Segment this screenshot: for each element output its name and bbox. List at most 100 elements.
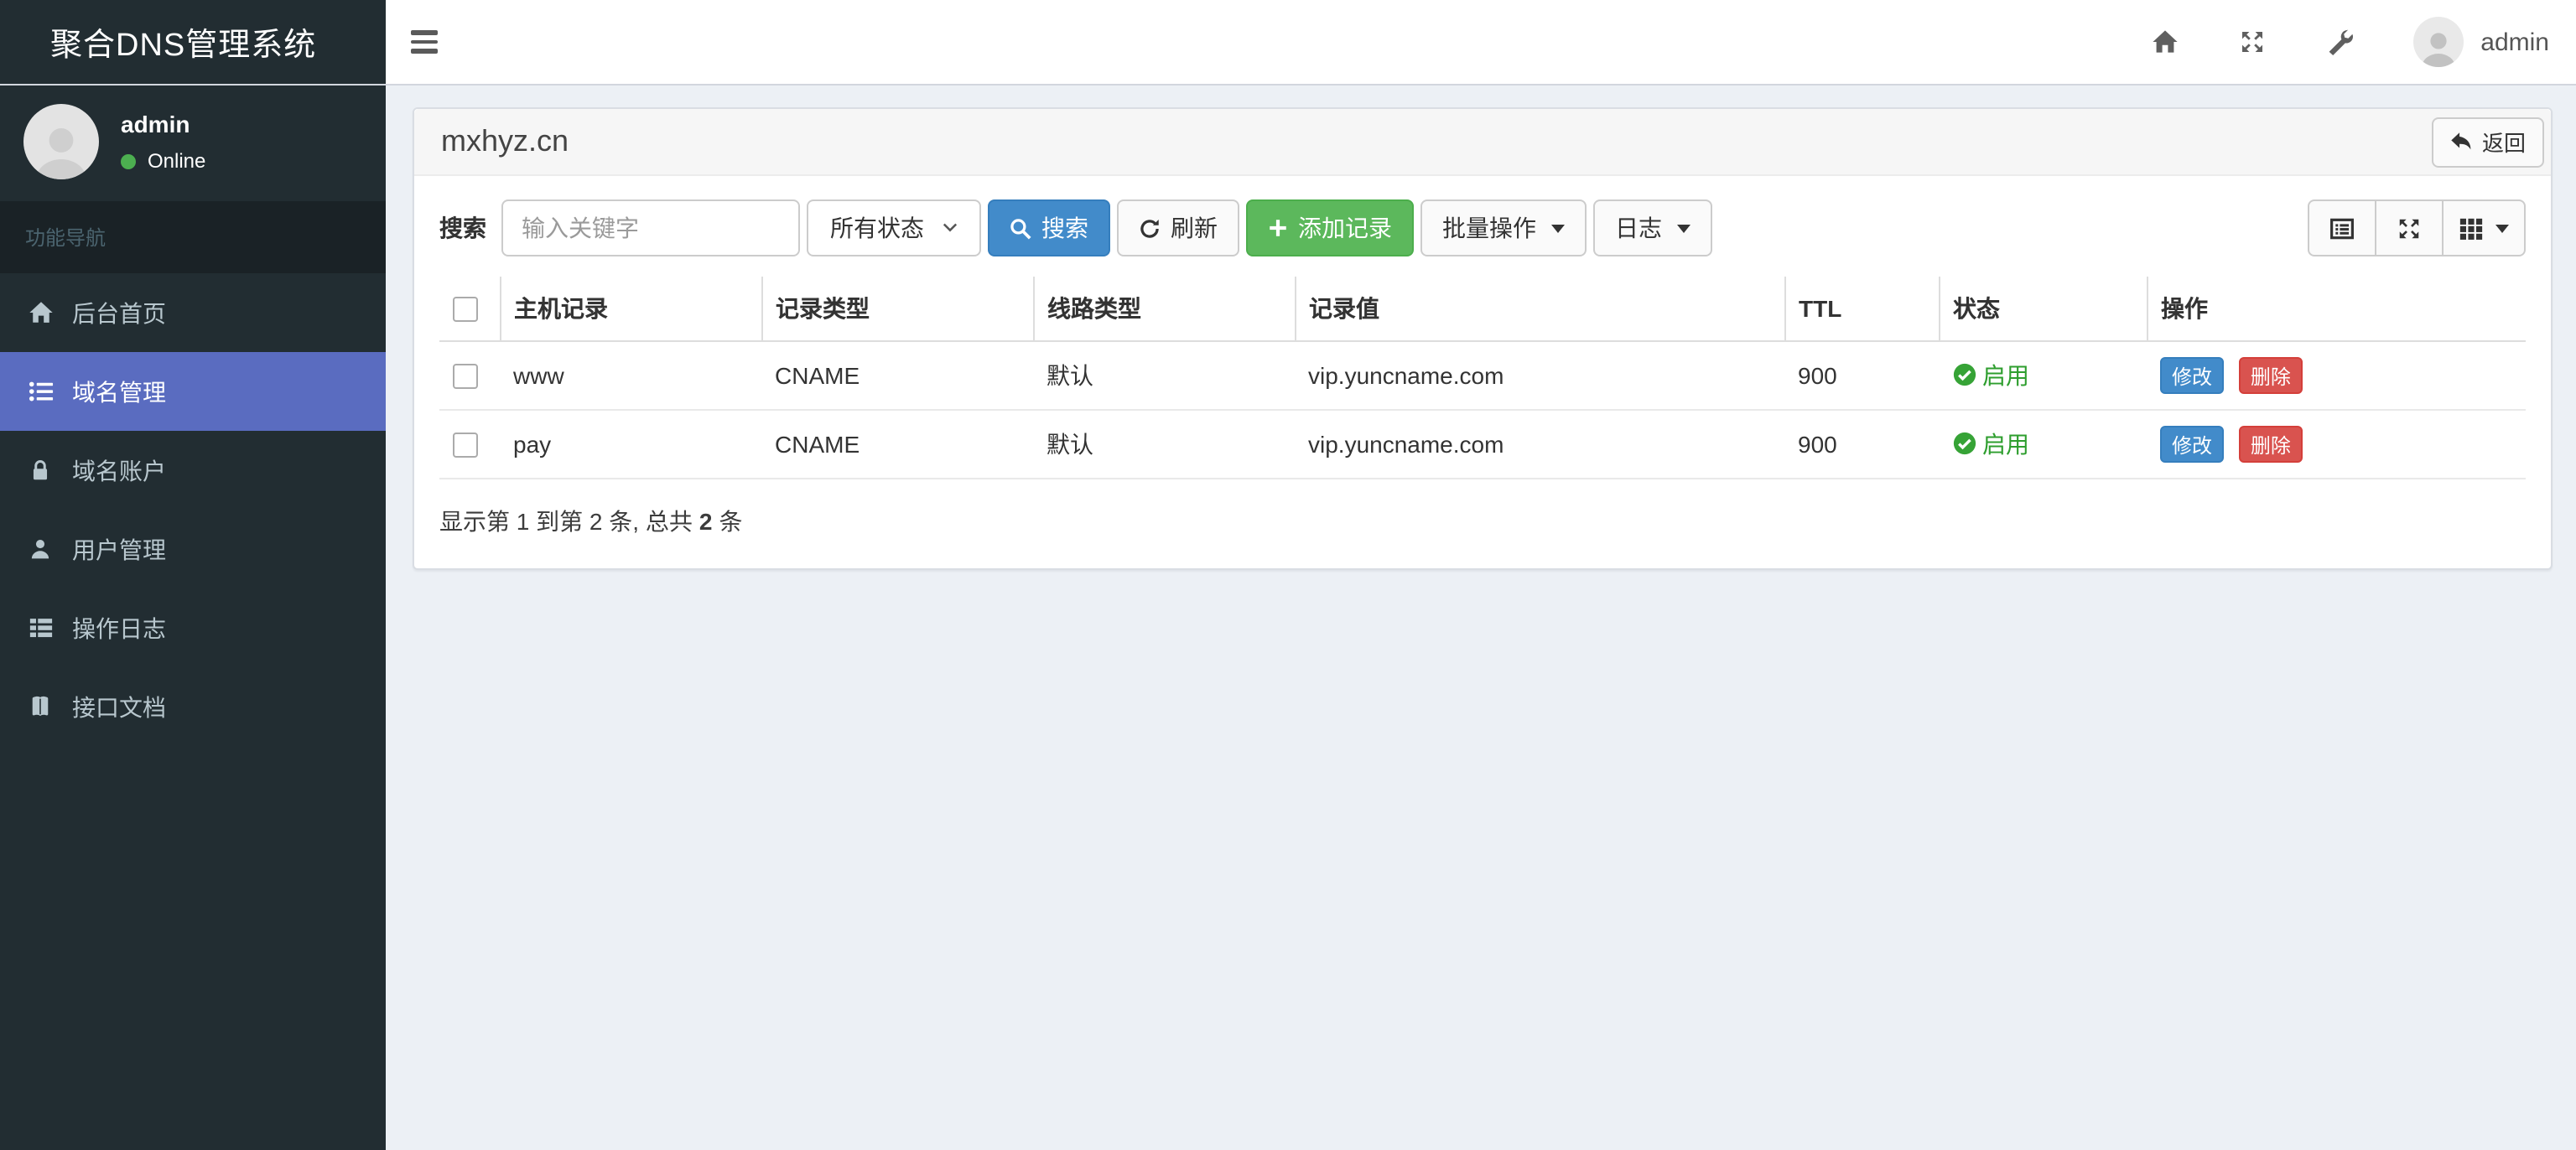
- cell-line: 默认: [1033, 410, 1295, 479]
- keyword-input[interactable]: [501, 199, 800, 256]
- sidebar-toggle-button[interactable]: [386, 0, 463, 84]
- log-dropdown[interactable]: 日志: [1593, 199, 1712, 256]
- records-table: 主机记录 记录类型 线路类型 记录值 TTL 状态 操作 www CNAME 默…: [439, 277, 2526, 479]
- user-menu[interactable]: admin: [2413, 17, 2549, 67]
- navbar-main: admin: [386, 0, 2576, 84]
- lock-icon: [25, 458, 55, 483]
- sidebar-item-domain-accounts[interactable]: 域名账户: [0, 431, 386, 510]
- search-button[interactable]: 搜索: [988, 199, 1110, 256]
- plus-icon: [1268, 218, 1288, 238]
- cell-type: CNAME: [761, 410, 1033, 479]
- select-all-checkbox[interactable]: [453, 297, 478, 323]
- expand-icon: [2397, 215, 2422, 241]
- cell-host: pay: [500, 410, 761, 479]
- sidebar-user-avatar: [23, 104, 99, 179]
- online-status-label: Online: [148, 149, 206, 173]
- navbar-username: admin: [2480, 28, 2549, 56]
- column-header-value: 记录值: [1295, 277, 1785, 342]
- cell-value: vip.yuncname.com: [1295, 341, 1784, 411]
- cell-value: vip.yuncname.com: [1295, 410, 1784, 479]
- row-checkbox[interactable]: [453, 433, 478, 458]
- sidebar-item-domains[interactable]: 域名管理: [0, 352, 386, 431]
- status-badge: 启用: [1952, 359, 2029, 392]
- user-icon: [25, 536, 55, 562]
- sidebar-item-label: 用户管理: [72, 536, 166, 562]
- home-icon: [25, 300, 55, 325]
- batch-actions-label: 批量操作: [1442, 215, 1536, 241]
- search-button-label: 搜索: [1041, 215, 1088, 241]
- table-header-row: 主机记录 记录类型 线路类型 记录值 TTL 状态 操作: [439, 277, 2526, 342]
- home-icon[interactable]: [2152, 28, 2179, 55]
- list-alt-icon: [2329, 215, 2355, 241]
- status-label: 启用: [1982, 361, 2029, 389]
- log-dropdown-label: 日志: [1615, 215, 1662, 241]
- cell-ttl: 900: [1784, 410, 1939, 479]
- delete-button[interactable]: 删除: [2238, 426, 2303, 463]
- sidebar-item-dashboard[interactable]: 后台首页: [0, 273, 386, 352]
- toggle-view-button[interactable]: [2308, 199, 2376, 256]
- sidebar-item-label: 域名账户: [72, 457, 166, 484]
- check-circle-icon: [1953, 364, 1976, 386]
- domain-title: mxhyz.cn: [441, 124, 569, 158]
- refresh-icon: [1139, 217, 1161, 239]
- columns-dropdown-button[interactable]: [2442, 199, 2526, 256]
- reply-icon: [2450, 131, 2472, 153]
- fullscreen-icon[interactable]: [2239, 28, 2266, 55]
- column-header-actions: 操作: [2147, 277, 2526, 342]
- batch-actions-dropdown[interactable]: 批量操作: [1420, 199, 1587, 256]
- online-status-dot: [121, 153, 136, 168]
- sidebar-item-api-docs[interactable]: 接口文档: [0, 667, 386, 746]
- caret-down-icon: [1677, 224, 1690, 232]
- sidebar-item-logs[interactable]: 操作日志: [0, 588, 386, 667]
- sidebar-section-header: 功能导航: [0, 201, 386, 273]
- sidebar-item-label: 操作日志: [72, 614, 166, 641]
- hamburger-icon: [411, 30, 438, 35]
- pagination-suffix: 条: [719, 508, 743, 535]
- cell-host: www: [500, 341, 761, 411]
- refresh-button-label: 刷新: [1171, 215, 1218, 241]
- wrench-icon[interactable]: [2326, 28, 2354, 55]
- row-checkbox[interactable]: [453, 364, 478, 390]
- caret-down-icon: [2496, 224, 2509, 232]
- sidebar-item-label: 接口文档: [72, 693, 166, 720]
- sidebar-item-label: 后台首页: [72, 299, 166, 326]
- status-filter-select[interactable]: 所有状态: [807, 199, 981, 256]
- user-avatar: [2413, 17, 2464, 67]
- chevron-down-icon: [943, 223, 958, 232]
- th-grid-icon: [2459, 215, 2484, 241]
- pagination-prefix: 显示第 1 到第 2 条, 总共: [439, 508, 693, 535]
- records-toolbar: 搜索 所有状态 搜索: [439, 199, 2526, 256]
- table-fullscreen-button[interactable]: [2375, 199, 2444, 256]
- cell-line: 默认: [1033, 341, 1295, 411]
- check-circle-icon: [1953, 433, 1976, 455]
- box-body: 搜索 所有状态 搜索: [414, 176, 2551, 568]
- column-header-type: 记录类型: [761, 277, 1034, 342]
- sidebar-item-users[interactable]: 用户管理: [0, 510, 386, 588]
- app-logo[interactable]: 聚合DNS管理系统: [0, 0, 386, 84]
- caret-down-icon: [1551, 224, 1565, 232]
- cell-ttl: 900: [1784, 341, 1939, 411]
- refresh-button[interactable]: 刷新: [1117, 199, 1239, 256]
- sidebar-username: admin: [121, 111, 190, 137]
- top-navbar: 聚合DNS管理系统 admin: [0, 0, 2576, 85]
- pagination-total: 2: [699, 508, 713, 535]
- sidebar-item-label: 域名管理: [72, 378, 166, 405]
- column-header-status: 状态: [1939, 277, 2148, 342]
- add-record-button[interactable]: 添加记录: [1246, 199, 1414, 256]
- edit-button[interactable]: 修改: [2160, 426, 2225, 463]
- list-icon: [25, 379, 55, 404]
- sidebar: admin Online 功能导航 后台首页 域名管理 域名账户 用户管理 操作…: [0, 84, 386, 1150]
- status-label: 启用: [1982, 430, 2029, 458]
- back-button[interactable]: 返回: [2431, 117, 2544, 167]
- app-root: 聚合DNS管理系统 admin admin Online 功能导航 后台首页 域…: [0, 0, 2576, 1150]
- domain-records-box: mxhyz.cn 返回 搜索 所有状态: [413, 107, 2553, 570]
- edit-button[interactable]: 修改: [2160, 357, 2225, 394]
- cell-type: CNAME: [761, 341, 1033, 411]
- status-filter-value: 所有状态: [830, 215, 924, 241]
- search-label: 搜索: [439, 215, 486, 241]
- table-row: pay CNAME 默认 vip.yuncname.com 900 启用 修改 …: [439, 410, 2526, 479]
- status-badge: 启用: [1952, 427, 2029, 461]
- delete-button[interactable]: 删除: [2238, 357, 2303, 394]
- sidebar-user-status[interactable]: Online: [121, 149, 205, 173]
- table-view-controls: [2308, 199, 2526, 256]
